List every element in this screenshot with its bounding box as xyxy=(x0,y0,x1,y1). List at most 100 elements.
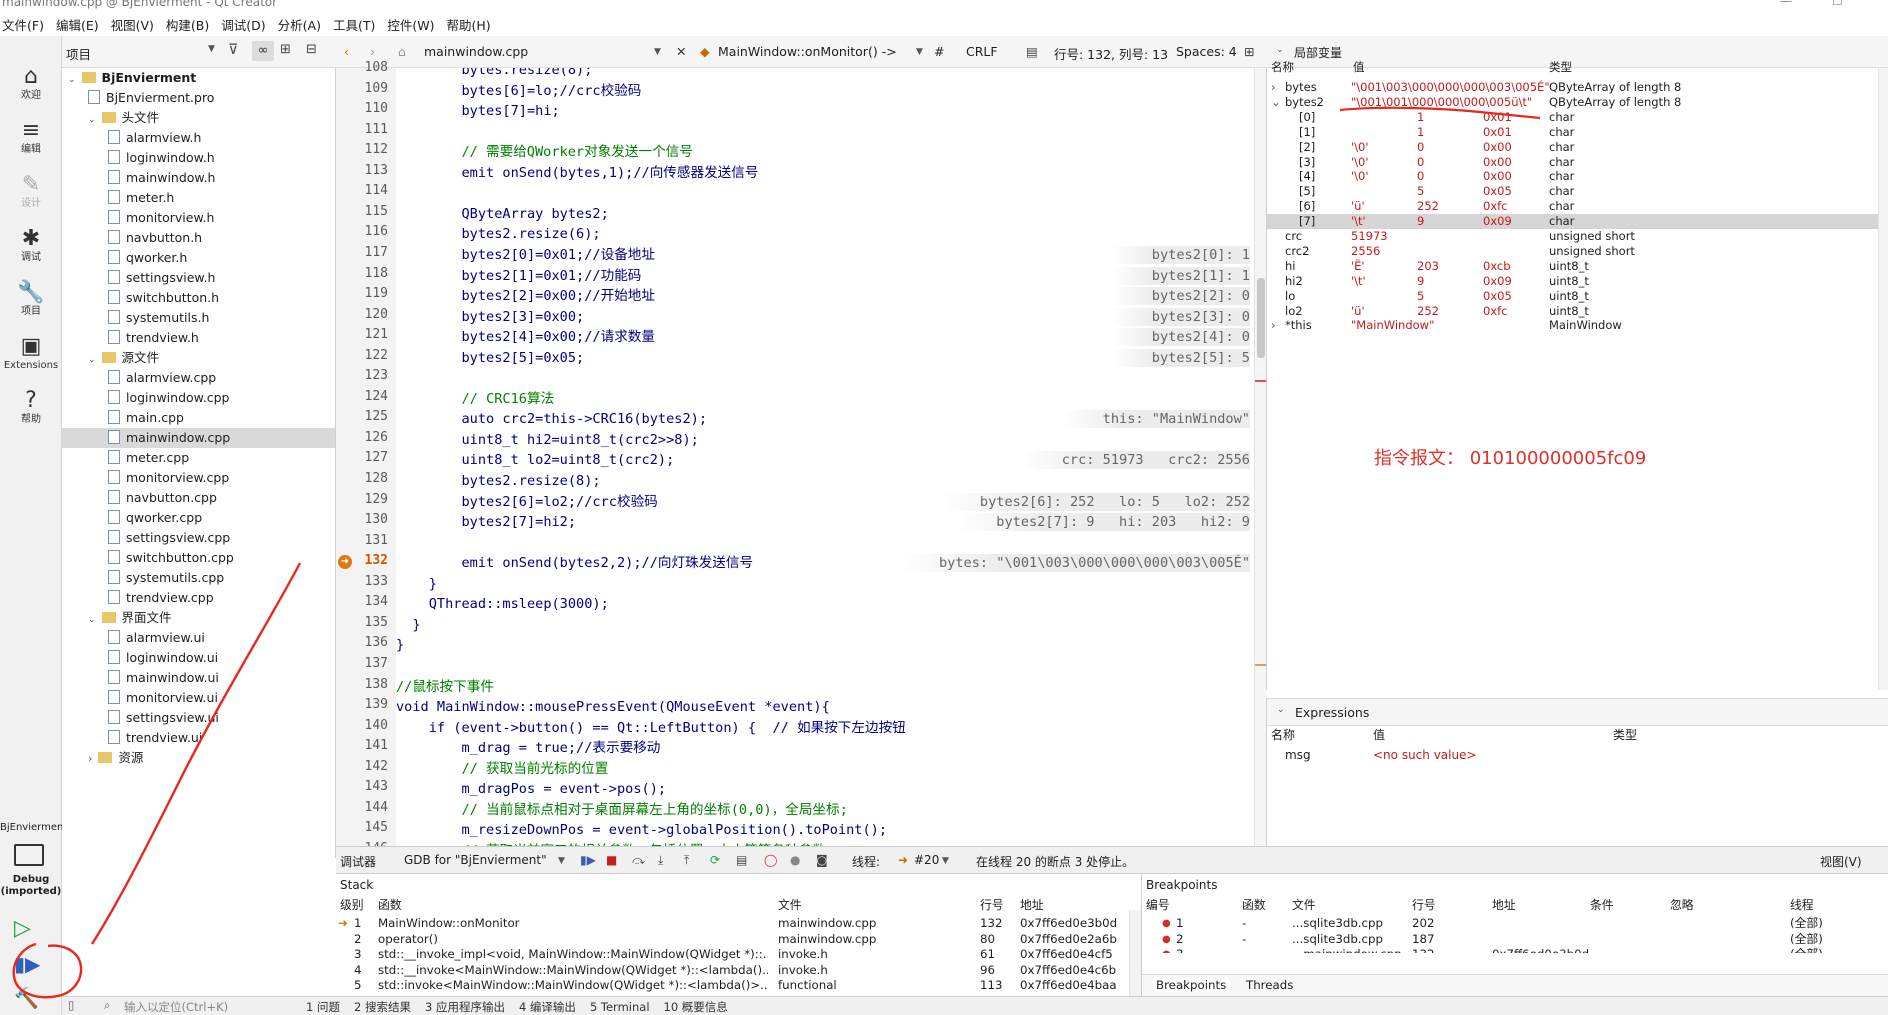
line-number[interactable]: 139 xyxy=(344,697,388,712)
tree-item[interactable]: monitorview.h xyxy=(62,208,335,228)
encoding-icon[interactable]: ▤ xyxy=(1026,44,1038,59)
build-icon[interactable]: 🔨 xyxy=(14,986,39,1010)
stack-frame-row[interactable]: 2 operator() mainwindow.cpp 80 0x7ff6ed0e2a6… xyxy=(336,932,1126,947)
mode-design[interactable]: ✎ 设计 xyxy=(0,172,62,210)
code-line[interactable]: // 需要给QWorker对象发送一个信号 xyxy=(396,142,692,162)
tree-item[interactable]: loginwindow.ui xyxy=(62,648,335,668)
code-line[interactable]: bytes2[4]=0x00;//请求数量 xyxy=(396,327,655,347)
locals-row[interactable]: [4] '\0' 0 0x00 char xyxy=(1267,169,1888,184)
line-number[interactable]: 124 xyxy=(344,389,388,404)
chevron-down-icon[interactable]: ▼ xyxy=(208,44,215,54)
maximize-icon[interactable]: ☐ xyxy=(1832,0,1843,8)
line-number[interactable]: 123 xyxy=(344,368,388,383)
stack-frame-row[interactable]: ➜ 1 MainWindow::onMonitor mainwindow.cpp 132… xyxy=(336,916,1126,931)
tree-item[interactable]: ⌄ BjEnvierment xyxy=(62,68,335,88)
snapshot-icon[interactable]: ◙ xyxy=(816,853,828,867)
menu-item[interactable]: 文件(F) xyxy=(0,15,54,34)
line-number[interactable]: 115 xyxy=(344,204,388,219)
tree-item[interactable]: › 资源 xyxy=(62,748,335,768)
tree-item[interactable]: switchbutton.cpp xyxy=(62,548,335,568)
locals-row[interactable]: [0] 1 0x01 char xyxy=(1267,110,1888,125)
line-number[interactable]: 118 xyxy=(344,266,388,281)
menu-item[interactable]: 工具(T) xyxy=(331,15,385,34)
tree-item[interactable]: mainwindow.h xyxy=(62,168,335,188)
code-line[interactable]: m_dragPos = event->pos(); xyxy=(396,779,666,799)
thread-chevron-down-icon[interactable]: ▼ xyxy=(942,856,949,866)
tab-breakpoints[interactable]: Breakpoints xyxy=(1152,978,1231,992)
toggle-sidebar-icon[interactable]: ▯ xyxy=(68,998,74,1012)
filter-icon[interactable]: ⊽ xyxy=(228,42,238,58)
menu-item[interactable]: 控件(W) xyxy=(385,15,444,34)
run-icon[interactable]: ▷ xyxy=(14,916,31,941)
menu-item[interactable]: 视图(V) xyxy=(109,15,164,34)
code-line[interactable]: bytes[7]=hi; xyxy=(396,101,559,121)
stop-debug-icon[interactable]: ■ xyxy=(606,853,617,867)
output-tab[interactable]: 1 问题 xyxy=(306,1000,340,1014)
instruction-mode-icon[interactable]: ▤ xyxy=(736,853,747,867)
kit-config[interactable]: Debug (imported) xyxy=(0,874,62,898)
tree-item[interactable]: trendview.h xyxy=(62,328,335,348)
output-tab[interactable]: 10 概要信息 xyxy=(664,1000,728,1014)
stack-scrollbar[interactable] xyxy=(1129,910,1141,996)
tree-item[interactable]: qworker.cpp xyxy=(62,508,335,528)
line-number[interactable]: 116 xyxy=(344,224,388,239)
tree-item[interactable]: settingsview.h xyxy=(62,268,335,288)
mode-project[interactable]: 🔧 项目 xyxy=(0,280,62,318)
tree-item[interactable]: ⌄ 界面文件 xyxy=(62,608,335,628)
code-line[interactable]: uint8_t hi2=uint8_t(crc2>>8); xyxy=(396,430,698,450)
tree-item[interactable]: ⌄ 头文件 xyxy=(62,108,335,128)
line-number[interactable]: 125 xyxy=(344,409,388,424)
menu-item[interactable]: 构建(B) xyxy=(164,15,219,34)
chevron-down-icon[interactable]: ⌄ xyxy=(88,115,96,125)
close-panel-icon[interactable]: ⊟ xyxy=(306,42,317,57)
expression-row[interactable]: msg <no such value> xyxy=(1267,748,1867,763)
locals-row[interactable]: crc2 2556 unsigned short xyxy=(1267,244,1888,259)
line-number-gutter[interactable]: 108 109 110 111 112 113 114 115 116 117 118 119 120 1… xyxy=(336,60,396,856)
chevron-down-icon[interactable]: ⌄ xyxy=(68,75,76,85)
step-out-icon[interactable]: ⤒ xyxy=(684,853,689,868)
tree-item[interactable]: ⌄ 源文件 xyxy=(62,348,335,368)
output-tab[interactable]: 5 Terminal xyxy=(590,1000,650,1014)
chevron-right-icon[interactable]: › xyxy=(88,752,92,765)
code-line[interactable]: bytes2[6]=lo2;//crc校验码 xyxy=(396,492,657,512)
breakpoint-toggle-icon[interactable]: ◯ xyxy=(764,853,777,867)
tree-item[interactable]: trendview.ui xyxy=(62,728,335,748)
code-line[interactable]: } xyxy=(396,615,420,635)
locals-row[interactable]: › *this "MainWindow" MainWindow xyxy=(1267,318,1888,333)
locals-row[interactable]: crc 51973 unsigned short xyxy=(1267,229,1888,244)
code-line[interactable]: m_drag = true;//表示要移动 xyxy=(396,738,660,758)
tree-item[interactable]: mainwindow.cpp xyxy=(62,428,335,448)
line-number[interactable]: 138 xyxy=(344,677,388,692)
tree-item[interactable]: loginwindow.cpp xyxy=(62,388,335,408)
code-line[interactable]: emit onSend(bytes,1);//向传感器发送信号 xyxy=(396,163,758,183)
tree-item[interactable]: loginwindow.h xyxy=(62,148,335,168)
locals-row[interactable]: [5] 5 0x05 char xyxy=(1267,184,1888,199)
locals-scrollbar[interactable] xyxy=(1878,68,1888,690)
minimize-icon[interactable]: — xyxy=(1780,0,1792,8)
code-line[interactable]: } xyxy=(396,574,437,594)
line-number[interactable]: 140 xyxy=(344,718,388,733)
engine-chevron-down-icon[interactable]: ▼ xyxy=(558,856,565,866)
code-line[interactable]: void MainWindow::mousePressEvent(QMouseE… xyxy=(396,697,830,717)
tab-threads[interactable]: Threads xyxy=(1246,978,1293,992)
locator-input[interactable]: 输入以定位(Ctrl+K) xyxy=(124,999,228,1015)
stack-frame-row[interactable]: 3 std::__invoke_impl<void, MainWindow::Ma… xyxy=(336,947,1126,962)
line-number[interactable]: 135 xyxy=(344,615,388,630)
forward-icon[interactable]: › xyxy=(370,44,375,59)
tree-item[interactable]: trendview.cpp xyxy=(62,588,335,608)
mode-help[interactable]: ? 帮助 xyxy=(0,388,62,426)
line-number[interactable]: 134 xyxy=(344,594,388,609)
locals-row[interactable]: hi 'Ë' 203 0xcb uint8_t xyxy=(1267,259,1888,274)
code-line[interactable]: QByteArray bytes2; xyxy=(396,204,608,224)
output-tab[interactable]: 4 编译输出 xyxy=(519,1000,576,1014)
debug-run-icon[interactable]: ▮▶ xyxy=(14,952,40,976)
line-number[interactable]: 126 xyxy=(344,430,388,445)
tree-item[interactable]: mainwindow.ui xyxy=(62,668,335,688)
mode-debug[interactable]: ✱ 调试 xyxy=(0,226,62,264)
close-file-icon[interactable]: ✕ xyxy=(676,44,686,59)
tree-item[interactable]: qworker.h xyxy=(62,248,335,268)
views-menu[interactable]: 视图(V) xyxy=(1820,853,1862,870)
chevron-down-icon[interactable]: ⌄ xyxy=(88,615,96,625)
collapse-chevron-icon[interactable]: ⌄ xyxy=(1277,705,1285,715)
editor-scrollbar[interactable] xyxy=(1254,68,1267,846)
